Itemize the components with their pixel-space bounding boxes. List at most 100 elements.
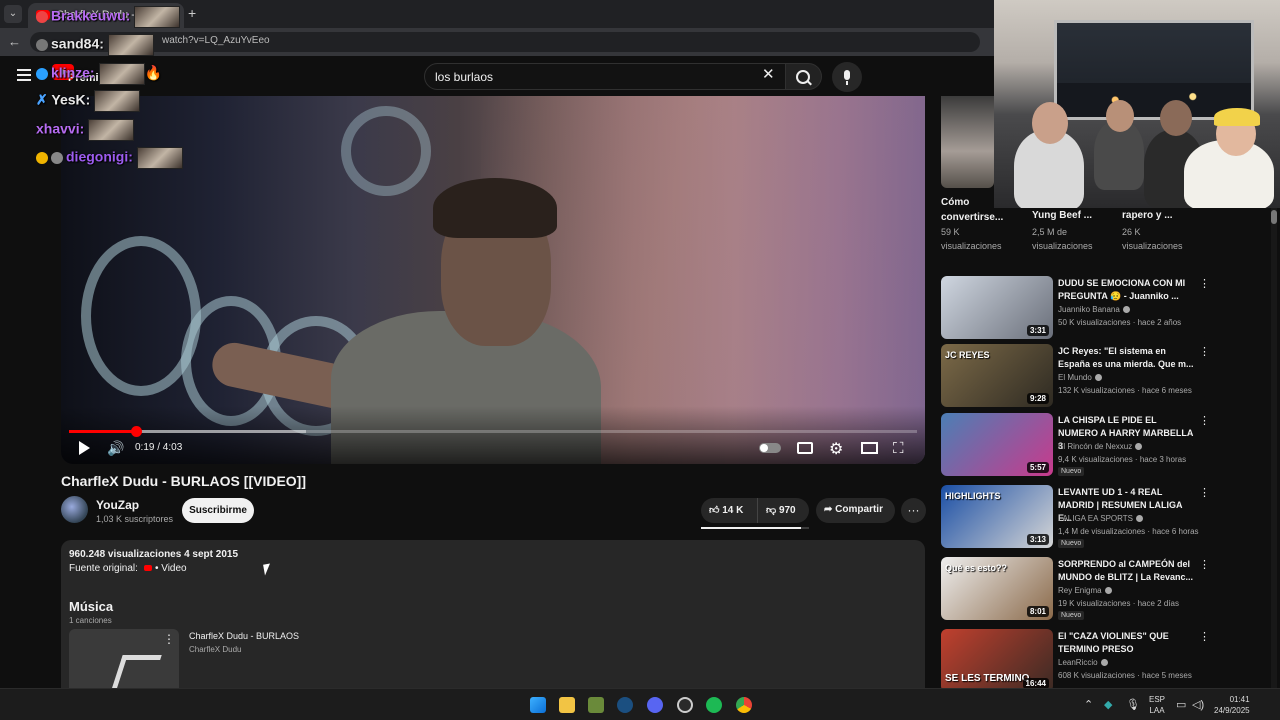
- search-input[interactable]: los burlaos: [424, 63, 786, 90]
- sidebar-scrollbar[interactable]: [1271, 208, 1277, 688]
- menu-hamburger-icon[interactable]: [17, 69, 31, 81]
- related-video-title[interactable]: SORPRENDO al CAMPEÓN del MUNDO de BLITZ …: [1058, 558, 1198, 584]
- thumbnail-overlay-text: HIGHLIGHTS: [945, 491, 1001, 501]
- related-video-channel[interactable]: Juanniko Banana: [1058, 305, 1130, 314]
- subtitles-icon[interactable]: [797, 442, 813, 454]
- source-label: Fuente original:: [69, 563, 138, 574]
- related-more-icon[interactable]: ⋮: [1199, 277, 1210, 290]
- short-title[interactable]: rapero y ...: [1122, 210, 1202, 221]
- related-more-icon[interactable]: ⋮: [1199, 414, 1210, 427]
- song-title[interactable]: CharfleX Dudu - BURLAOS: [189, 631, 299, 641]
- related-video-title[interactable]: JC Reyes: "El sistema en España es una m…: [1058, 345, 1198, 371]
- verified-check-icon: [1094, 374, 1102, 382]
- chat-badge-icon: [51, 152, 63, 164]
- short-title[interactable]: Yung Beef ...: [1032, 210, 1112, 221]
- youtube-small-icon: [143, 565, 152, 572]
- file-explorer-icon[interactable]: [559, 697, 575, 713]
- chat-badge-icon: [36, 152, 48, 164]
- related-video-channel[interactable]: LeanRiccio: [1058, 658, 1108, 667]
- spotify-icon[interactable]: [706, 697, 722, 713]
- tab-search-chevron-icon[interactable]: ⌄: [4, 5, 22, 23]
- short-thumbnail[interactable]: [941, 96, 994, 188]
- share-button[interactable]: ➦ Compartir: [816, 498, 895, 523]
- webcam-overlay: [994, 0, 1280, 208]
- source-link[interactable]: • Video: [155, 563, 187, 574]
- related-video-channel[interactable]: El Mundo: [1058, 373, 1102, 382]
- search-input-value: los burlaos: [435, 70, 494, 84]
- scrollbar-thumb[interactable]: [1271, 210, 1277, 224]
- webcam-person-head: [1160, 100, 1192, 136]
- play-icon[interactable]: [79, 441, 90, 455]
- dislike-button[interactable]: 👎︎ 970: [757, 498, 809, 523]
- thumbnail-overlay-text: Qué es esto??: [945, 563, 1008, 573]
- related-more-icon[interactable]: ⋮: [1199, 630, 1210, 643]
- related-video-thumbnail[interactable]: HIGHLIGHTS 3:13: [941, 485, 1053, 548]
- webcam-person-head: [1032, 102, 1068, 144]
- related-video-item[interactable]: 5:57 LA CHISPA LE PIDE EL NUMERO A HARRY …: [941, 413, 1211, 477]
- url-field[interactable]: watch?v=LQ_AzuYvEeo: [30, 32, 980, 52]
- tray-app-icon[interactable]: ◆: [1104, 698, 1112, 711]
- like-button[interactable]: 👍︎ 14 K: [701, 498, 757, 523]
- description-box[interactable]: 960.248 visualizaciones 4 sept 2015 Fuen…: [61, 540, 925, 700]
- related-video-thumbnail[interactable]: 3:31: [941, 276, 1053, 339]
- clock-date: 24/9/2025: [1214, 706, 1250, 715]
- discord-icon[interactable]: [647, 697, 663, 713]
- video-player[interactable]: 🔊 0:19 / 4:03 ⚙ ⛶: [61, 96, 925, 464]
- obs-icon[interactable]: [677, 697, 693, 713]
- clear-search-icon[interactable]: ✕: [762, 65, 775, 83]
- related-video-thumbnail[interactable]: SE LES TERMINO 16:44: [941, 629, 1053, 692]
- related-video-channel[interactable]: El Rincón de Nexxuz: [1058, 442, 1143, 451]
- autoplay-toggle-icon[interactable]: [759, 443, 781, 453]
- thumbs-up-icon: 👍︎: [709, 505, 720, 516]
- search-button-icon[interactable]: [786, 63, 822, 90]
- theater-mode-icon[interactable]: [861, 442, 878, 454]
- network-icon[interactable]: ▭: [1176, 698, 1186, 711]
- related-video-thumbnail[interactable]: 5:57: [941, 413, 1053, 476]
- related-video-title[interactable]: DUDU SE EMOCIONA CON MI PREGUNTA 😥 - Jua…: [1058, 277, 1198, 303]
- related-more-icon[interactable]: ⋮: [1199, 345, 1210, 358]
- related-video-item[interactable]: 3:31 DUDU SE EMOCIONA CON MI PREGUNTA 😥 -…: [941, 276, 1211, 340]
- volume-tray-icon[interactable]: ◁): [1192, 698, 1204, 711]
- chrome-icon[interactable]: [736, 697, 752, 713]
- progress-scrubber-handle[interactable]: [130, 426, 142, 437]
- related-more-icon[interactable]: ⋮: [1199, 558, 1210, 571]
- chat-username: YesK:: [51, 91, 91, 108]
- volume-icon[interactable]: 🔊: [107, 440, 124, 457]
- windows-start-icon[interactable]: [530, 697, 546, 713]
- more-actions-button[interactable]: ···: [901, 498, 926, 523]
- voice-search-mic-icon[interactable]: [832, 62, 862, 92]
- chat-message: klinze: 🔥: [36, 63, 162, 85]
- music-count: 1 canciones: [69, 616, 112, 625]
- song-artist: CharfleX Dudu: [189, 645, 242, 654]
- fullscreen-icon[interactable]: ⛶: [893, 440, 904, 457]
- related-video-channel[interactable]: LALIGA EA SPORTS: [1058, 514, 1143, 523]
- song-more-icon[interactable]: ⋮: [163, 632, 175, 646]
- chat-emote-icon: [134, 6, 181, 28]
- related-video-title[interactable]: El "CAZA VIOLINES" QUE TERMINO PRESO: [1058, 630, 1198, 656]
- back-arrow-icon[interactable]: ←: [8, 34, 21, 49]
- steam-icon[interactable]: [617, 697, 633, 713]
- settings-gear-icon[interactable]: ⚙: [829, 439, 843, 459]
- app-icon[interactable]: [588, 697, 604, 713]
- related-video-thumbnail[interactable]: Qué es esto?? 8:01: [941, 557, 1053, 620]
- related-more-icon[interactable]: ⋮: [1199, 486, 1210, 499]
- related-video-thumbnail[interactable]: JC REYES 9:28: [941, 344, 1053, 407]
- related-video-item[interactable]: Qué es esto?? 8:01 SORPRENDO al CAMPEÓN de…: [941, 557, 1211, 621]
- tray-chevron-icon[interactable]: ⌃: [1084, 698, 1093, 711]
- video-title: CharfleX Dudu - BURLAOS [[VIDEO]]: [61, 473, 306, 489]
- new-tab-plus-icon[interactable]: +: [188, 5, 196, 21]
- related-video-item[interactable]: JC REYES 9:28 JC Reyes: "El sistema en Esp…: [941, 344, 1211, 408]
- related-video-item[interactable]: SE LES TERMINO 16:44 El "CAZA VIOLINES" QU…: [941, 629, 1211, 693]
- microphone-icon[interactable]: 🎙︎: [1126, 698, 1140, 711]
- new-badge: Nuevo: [1058, 539, 1085, 548]
- related-video-channel[interactable]: Rey Enigma: [1058, 586, 1112, 595]
- video-duration: 5:57: [1026, 462, 1049, 473]
- channel-name[interactable]: YouZap: [96, 498, 139, 512]
- channel-avatar[interactable]: [61, 496, 88, 523]
- input-language[interactable]: ESP LAA: [1149, 694, 1165, 716]
- related-video-stats: 608 K visualizaciones · hace 5 meses: [1058, 671, 1192, 680]
- subscribe-button[interactable]: Suscribirme: [182, 498, 254, 523]
- progress-bar[interactable]: [69, 426, 917, 437]
- clock[interactable]: 01:41 24/9/2025: [1214, 694, 1250, 716]
- related-video-item[interactable]: HIGHLIGHTS 3:13 LEVANTE UD 1 - 4 REAL MADR…: [941, 485, 1211, 549]
